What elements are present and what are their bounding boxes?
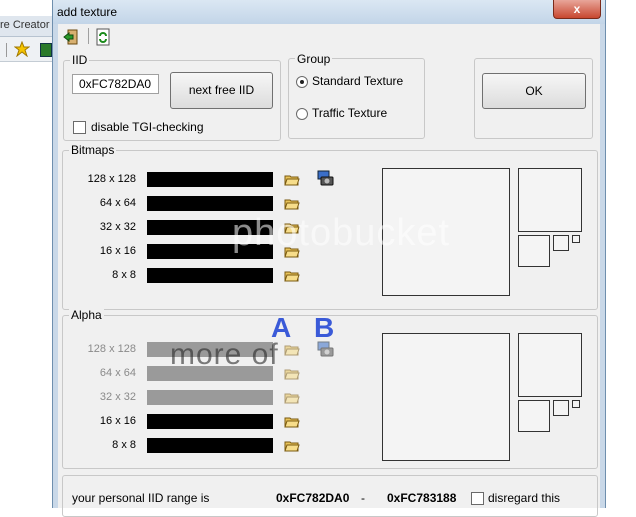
bitmap-preview-8 bbox=[572, 235, 580, 243]
alpha-slot-32[interactable] bbox=[147, 390, 273, 405]
traffic-texture-label: Traffic Texture bbox=[312, 106, 388, 120]
iid-group: IID 0xFC782DA0 next free IID disable TGI… bbox=[63, 53, 281, 141]
marker-b: B bbox=[314, 312, 335, 343]
ok-button[interactable]: OK bbox=[482, 73, 586, 109]
disable-tgi-checkbox[interactable] bbox=[73, 121, 86, 134]
disable-tgi-label: disable TGI-checking bbox=[91, 120, 204, 134]
open-folder-icon[interactable] bbox=[284, 269, 300, 282]
alpha-slot-8[interactable] bbox=[147, 438, 273, 453]
background-app-toolbar bbox=[0, 37, 52, 62]
toolbar-separator bbox=[88, 28, 89, 44]
exit-icon bbox=[63, 29, 78, 45]
bitmap-size-label: 128 x 128 bbox=[87, 173, 136, 185]
texture-type-group: Group Standard Texture Traffic Texture bbox=[288, 52, 425, 139]
background-app-title: re Creator bbox=[0, 19, 50, 31]
app-icon bbox=[40, 43, 52, 57]
range-separator: - bbox=[361, 491, 365, 505]
bitmap-size-label: 64 x 64 bbox=[99, 197, 136, 209]
alpha-size-label: 64 x 64 bbox=[99, 367, 136, 379]
bitmap-slot-128[interactable] bbox=[147, 172, 273, 187]
alpha-group: Alpha 128 x 128 64 x 64 32 x 32 16 x 16 … bbox=[62, 308, 598, 469]
alpha-preview-128 bbox=[382, 333, 510, 461]
standard-texture-label: Standard Texture bbox=[312, 74, 404, 88]
iid-input[interactable]: 0xFC782DA0 bbox=[72, 74, 159, 94]
bitmap-size-label: 32 x 32 bbox=[99, 221, 136, 233]
ok-group: OK bbox=[474, 58, 593, 139]
alpha-preview-16 bbox=[553, 400, 569, 416]
refresh-button[interactable] bbox=[93, 27, 113, 47]
standard-texture-radio[interactable] bbox=[296, 76, 308, 88]
alpha-group-label: Alpha bbox=[69, 308, 104, 322]
close-button[interactable]: x bbox=[553, 0, 601, 19]
background-app-tab: re Creator bbox=[0, 16, 52, 37]
alpha-size-label: 8 x 8 bbox=[112, 439, 136, 451]
alpha-size-label: 16 x 16 bbox=[99, 415, 136, 427]
bitmap-preview-32 bbox=[518, 235, 550, 267]
background-app: re Creator bbox=[0, 0, 52, 508]
dialog-client: IID 0xFC782DA0 next free IID disable TGI… bbox=[58, 24, 600, 517]
bitmap-slot-64[interactable] bbox=[147, 196, 273, 211]
range-end: 0xFC783188 bbox=[387, 491, 457, 505]
watermark-tagline: more of bbox=[170, 338, 279, 371]
open-folder-icon[interactable] bbox=[284, 173, 300, 186]
toolbar-separator bbox=[6, 43, 7, 57]
bitmap-preview-16 bbox=[553, 235, 569, 251]
alpha-preview-8 bbox=[572, 400, 580, 408]
alpha-preview-64 bbox=[518, 333, 582, 397]
watermark-brand: photobucket bbox=[232, 212, 451, 254]
star-icon bbox=[14, 41, 30, 57]
bitmaps-group-label: Bitmaps bbox=[69, 143, 117, 157]
alpha-size-label: 32 x 32 bbox=[99, 391, 136, 403]
open-folder-icon[interactable] bbox=[284, 367, 300, 380]
range-label: your personal IID range is bbox=[72, 491, 210, 505]
open-folder-icon[interactable] bbox=[284, 415, 300, 428]
open-folder-icon[interactable] bbox=[284, 391, 300, 404]
bitmap-slot-8[interactable] bbox=[147, 268, 273, 283]
preview-image-icon[interactable] bbox=[317, 170, 335, 186]
iid-group-label: IID bbox=[70, 53, 90, 67]
refresh-icon bbox=[96, 28, 110, 46]
bitmap-size-label: 8 x 8 bbox=[112, 269, 136, 281]
bitmap-preview-64 bbox=[518, 168, 582, 232]
alpha-preview-32 bbox=[518, 400, 550, 432]
disregard-checkbox[interactable] bbox=[471, 492, 484, 505]
texture-type-group-label: Group bbox=[295, 52, 333, 66]
open-folder-icon[interactable] bbox=[284, 439, 300, 452]
disregard-label: disregard this bbox=[488, 491, 561, 505]
window-title: add texture bbox=[57, 5, 118, 19]
alpha-slot-16[interactable] bbox=[147, 414, 273, 429]
open-folder-icon[interactable] bbox=[284, 197, 300, 210]
alpha-size-label: 128 x 128 bbox=[87, 343, 136, 355]
exit-button[interactable] bbox=[61, 27, 81, 47]
bitmap-size-label: 16 x 16 bbox=[99, 245, 136, 257]
title-bar[interactable]: add texture x bbox=[53, 0, 605, 24]
traffic-texture-radio[interactable] bbox=[296, 108, 308, 120]
next-free-iid-button[interactable]: next free IID bbox=[170, 72, 273, 109]
range-start: 0xFC782DA0 bbox=[276, 491, 350, 505]
open-folder-icon[interactable] bbox=[284, 343, 300, 356]
iid-range-group: your personal IID range is 0xFC782DA0 - … bbox=[62, 475, 598, 517]
